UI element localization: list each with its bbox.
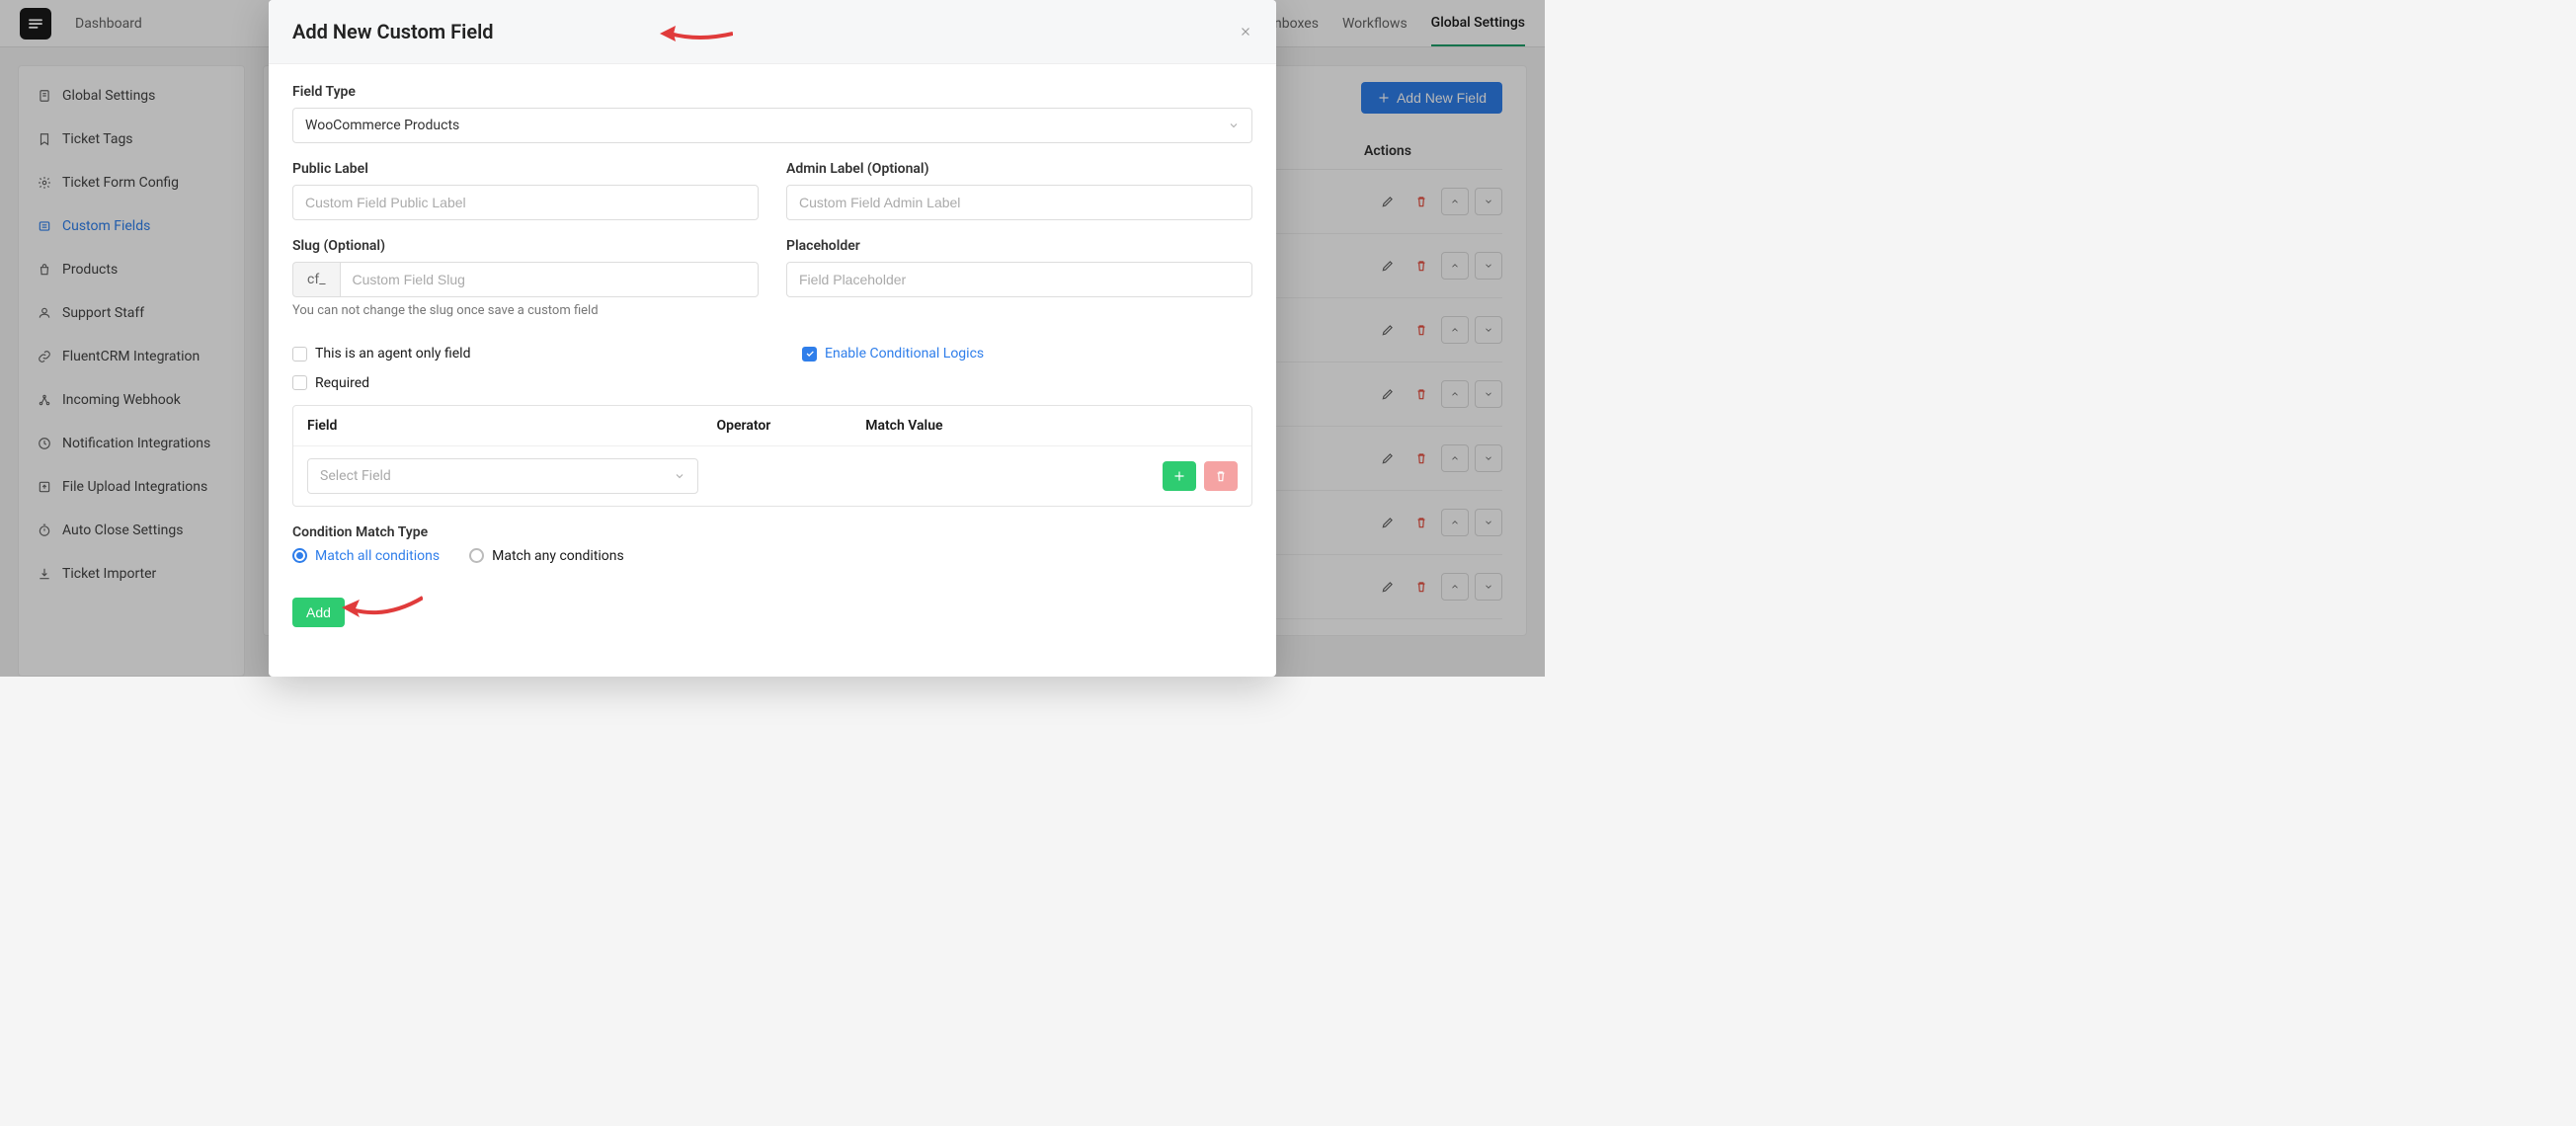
modal-title: Add New Custom Field (292, 20, 494, 43)
match-any-radio[interactable]: Match any conditions (469, 548, 624, 564)
conditions-table: Field Operator Match Value Select Field (292, 405, 1252, 507)
add-condition-button[interactable] (1163, 461, 1196, 491)
add-button[interactable]: Add (292, 598, 345, 627)
field-group-match-type: Condition Match Type Match all condition… (292, 524, 1252, 564)
field-type-label: Field Type (292, 84, 1252, 100)
slug-row: cf_ (292, 262, 759, 297)
slug-help: You can not change the slug once save a … (292, 303, 759, 318)
field-group-placeholder: Placeholder (786, 238, 1252, 318)
modal: Add New Custom Field Field Type WooComme… (269, 0, 1276, 677)
field-group-slug: Slug (Optional) cf_ You can not change t… (292, 238, 759, 318)
public-label-input[interactable] (292, 185, 759, 220)
checkbox-row-required: Required (292, 375, 1252, 391)
checkbox-label: Required (315, 375, 369, 391)
radio-dot-icon (469, 548, 484, 563)
chevron-down-icon (1228, 120, 1240, 131)
modal-overlay: Add New Custom Field Field Type WooComme… (0, 0, 1545, 677)
field-group-field-type: Field Type WooCommerce Products (292, 84, 1252, 143)
slug-prefix: cf_ (292, 262, 340, 297)
delete-condition-button[interactable] (1204, 461, 1238, 491)
field-type-select[interactable]: WooCommerce Products (292, 108, 1252, 143)
radio-row: Match all conditions Match any condition… (292, 548, 1252, 564)
placeholder-label: Placeholder (786, 238, 1252, 254)
col-left: This is an agent only field (292, 346, 743, 365)
two-col-slug-placeholder: Slug (Optional) cf_ You can not change t… (292, 238, 1252, 336)
annotation-arrow-icon (660, 22, 733, 45)
two-col-labels: Public Label Admin Label (Optional) (292, 161, 1252, 238)
checkbox-label: This is an agent only field (315, 346, 470, 362)
match-all-radio[interactable]: Match all conditions (292, 548, 440, 564)
condition-actions (1163, 461, 1238, 491)
checkbox-box-icon (292, 347, 307, 362)
slug-label: Slug (Optional) (292, 238, 759, 254)
checkbox-box-icon (292, 375, 307, 390)
slug-input[interactable] (340, 262, 759, 297)
annotation-arrow-icon (342, 592, 423, 611)
agent-only-checkbox[interactable]: This is an agent only field (292, 346, 470, 362)
col-match-value: Match Value (865, 418, 1088, 434)
checkbox-label: Enable Conditional Logics (825, 346, 984, 362)
col-operator: Operator (716, 418, 865, 434)
select-value: WooCommerce Products (305, 118, 459, 133)
conditions-head: Field Operator Match Value (293, 406, 1251, 446)
match-type-label: Condition Match Type (292, 524, 1252, 540)
select-value: Select Field (320, 468, 391, 484)
radio-label: Match all conditions (315, 548, 440, 564)
admin-label: Admin Label (Optional) (786, 161, 1252, 177)
public-label: Public Label (292, 161, 759, 177)
condition-field-select[interactable]: Select Field (307, 458, 698, 494)
col-field: Field (307, 418, 716, 434)
field-group-public-label: Public Label (292, 161, 759, 220)
checkbox-row: This is an agent only field Enable Condi… (292, 346, 1252, 365)
col-right: Enable Conditional Logics (802, 346, 1252, 365)
placeholder-input[interactable] (786, 262, 1252, 297)
admin-label-input[interactable] (786, 185, 1252, 220)
radio-label: Match any conditions (492, 548, 624, 564)
radio-dot-icon (292, 548, 307, 563)
field-group-admin-label: Admin Label (Optional) (786, 161, 1252, 220)
modal-body: Field Type WooCommerce Products Public L… (269, 64, 1276, 651)
conditions-body: Select Field (293, 446, 1251, 506)
enable-conditional-checkbox[interactable]: Enable Conditional Logics (802, 346, 984, 362)
close-button[interactable] (1239, 25, 1252, 39)
modal-header: Add New Custom Field (269, 0, 1276, 64)
checkbox-box-icon (802, 347, 817, 362)
chevron-down-icon (674, 470, 685, 482)
required-checkbox[interactable]: Required (292, 375, 369, 391)
